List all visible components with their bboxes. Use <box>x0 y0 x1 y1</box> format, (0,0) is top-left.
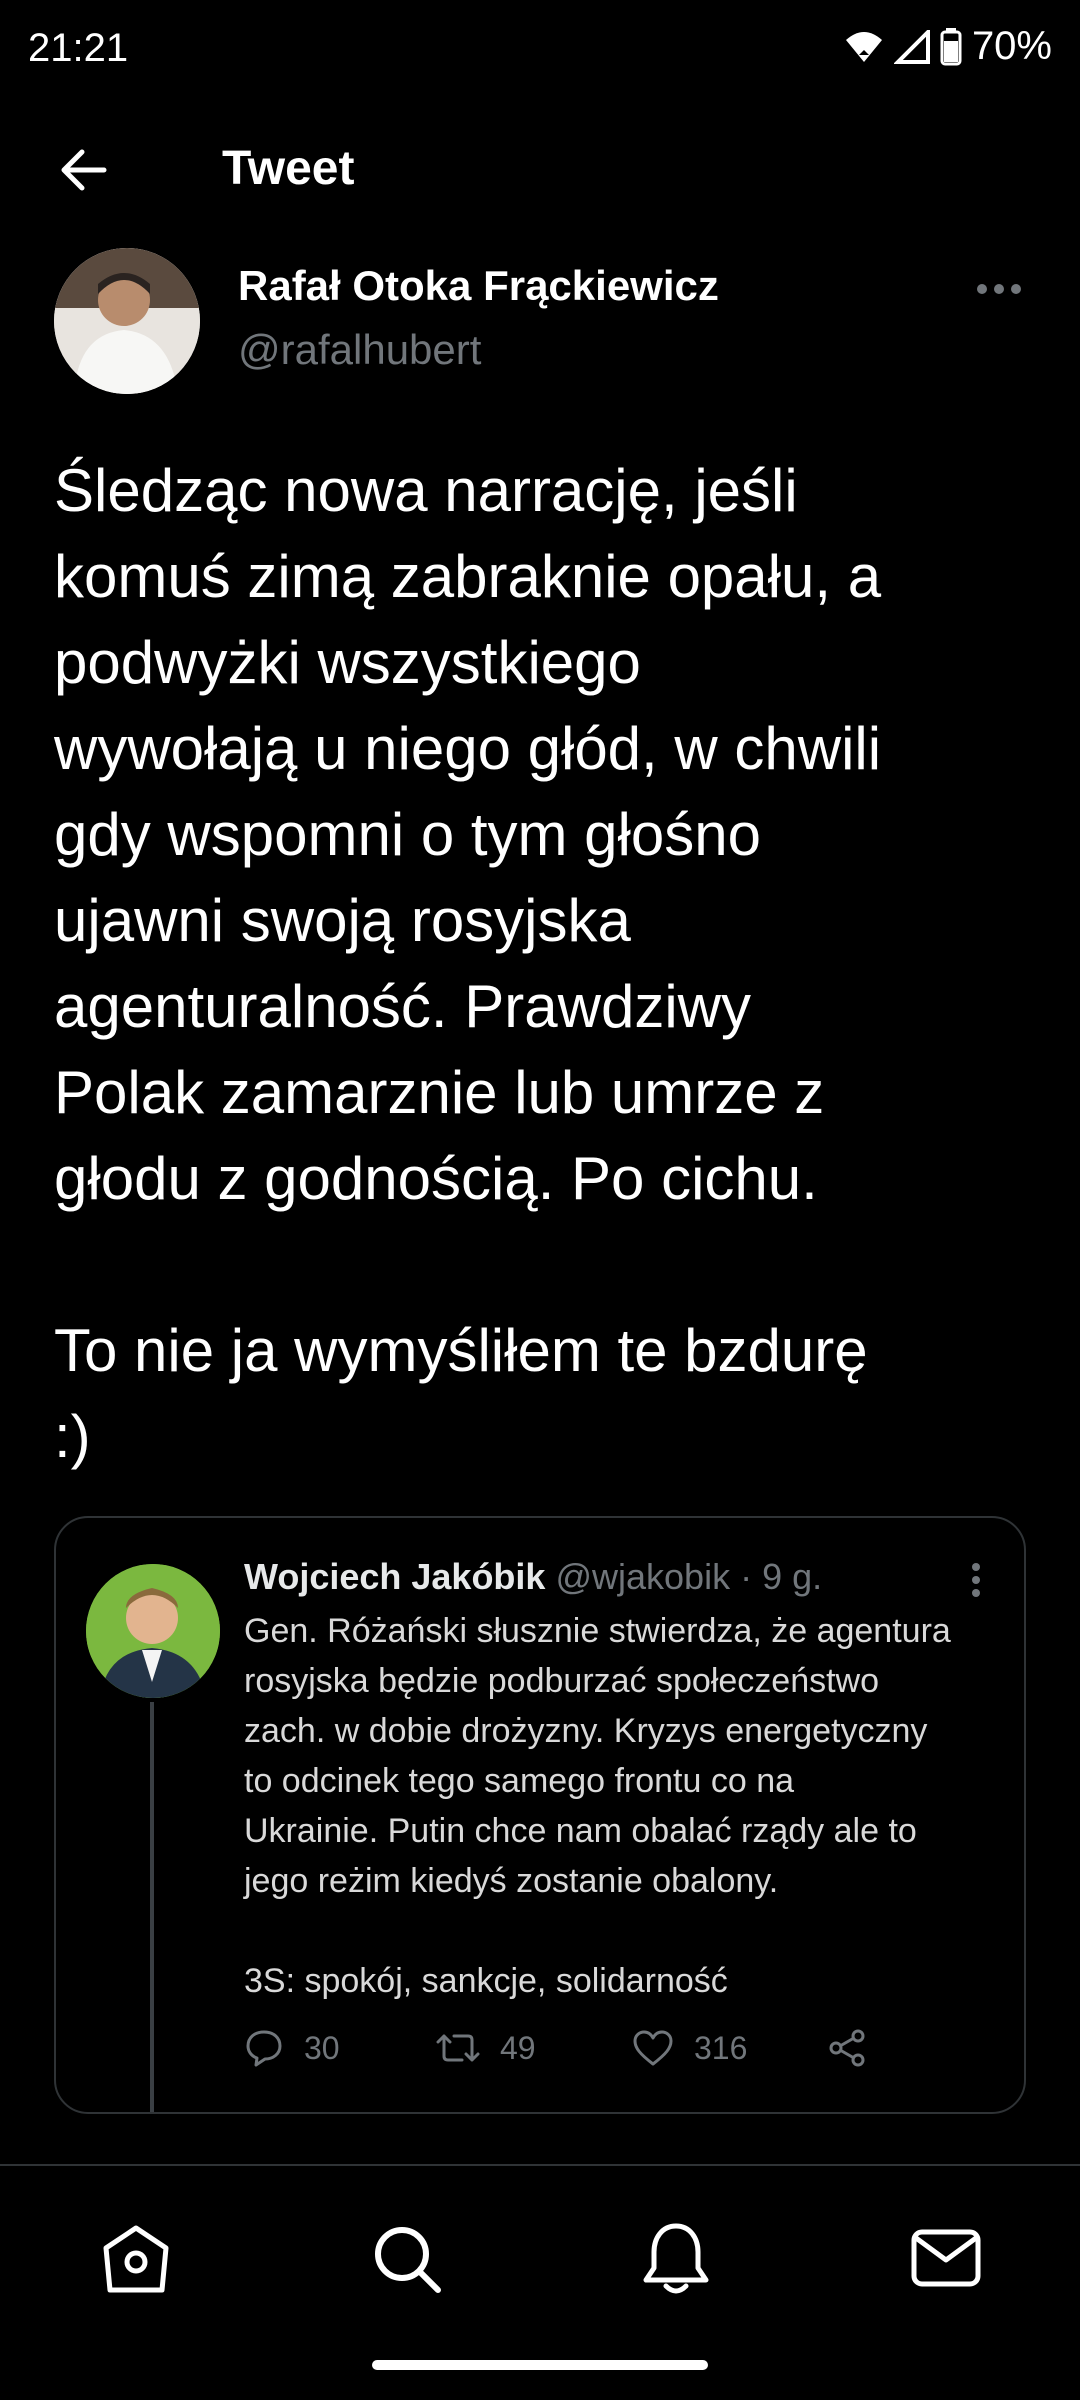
tweet-text: Śledząc nowa narrację, jeśli komuś zimą … <box>54 457 882 1470</box>
bell-icon[interactable] <box>636 2218 716 2298</box>
signal-icon <box>893 29 930 64</box>
reply-count: 30 <box>304 2029 340 2066</box>
more-vertical-icon[interactable] <box>970 1562 982 1598</box>
author-handle[interactable]: @rafalhubert <box>238 326 481 374</box>
home-icon[interactable] <box>96 2218 176 2298</box>
quoted-tweet-time: · 9 g. <box>740 1556 823 1597</box>
battery-percent: 70% <box>971 24 1052 68</box>
page-title: Tweet <box>222 142 355 195</box>
search-icon[interactable] <box>366 2218 446 2298</box>
heart-icon <box>633 2030 673 2066</box>
arrow-left-icon[interactable] <box>56 142 112 198</box>
home-indicator[interactable] <box>372 2360 708 2370</box>
author-avatar[interactable] <box>54 248 200 394</box>
retweet-icon <box>436 2034 480 2062</box>
quoted-author-name[interactable]: Wojciech Jakóbik <box>244 1556 545 1597</box>
more-horizontal-icon[interactable] <box>976 282 1022 296</box>
thread-line <box>150 1702 154 2112</box>
author-name[interactable]: Rafał Otoka Frąckiewicz <box>238 262 719 310</box>
share-icon <box>829 2029 865 2067</box>
like-count: 316 <box>694 2029 748 2066</box>
like-button[interactable]: 316 <box>632 2029 828 2067</box>
status-icons: 70% <box>844 24 1052 69</box>
status-time: 21:21 <box>28 26 129 70</box>
retweet-button[interactable]: 49 <box>436 2028 632 2068</box>
share-button[interactable] <box>828 2028 888 2068</box>
quoted-tweet-actions: 30 49 316 <box>244 2020 888 2076</box>
reply-icon <box>246 2030 282 2067</box>
bottom-divider <box>0 2164 1080 2166</box>
quoted-author-handle[interactable]: @wjakobik <box>555 1556 730 1597</box>
quoted-author-avatar[interactable] <box>86 1564 220 1698</box>
quoted-tweet-text: Gen. Różański słusznie stwierdza, że age… <box>244 1612 951 2000</box>
reply-button[interactable]: 30 <box>244 2028 436 2068</box>
wifi-icon <box>845 31 882 62</box>
battery-icon <box>940 27 962 65</box>
quoted-tweet-header: Wojciech Jakóbik @wjakobik · 9 g. <box>244 1556 822 1598</box>
retweet-count: 49 <box>500 2029 536 2066</box>
mail-icon[interactable] <box>906 2218 986 2298</box>
